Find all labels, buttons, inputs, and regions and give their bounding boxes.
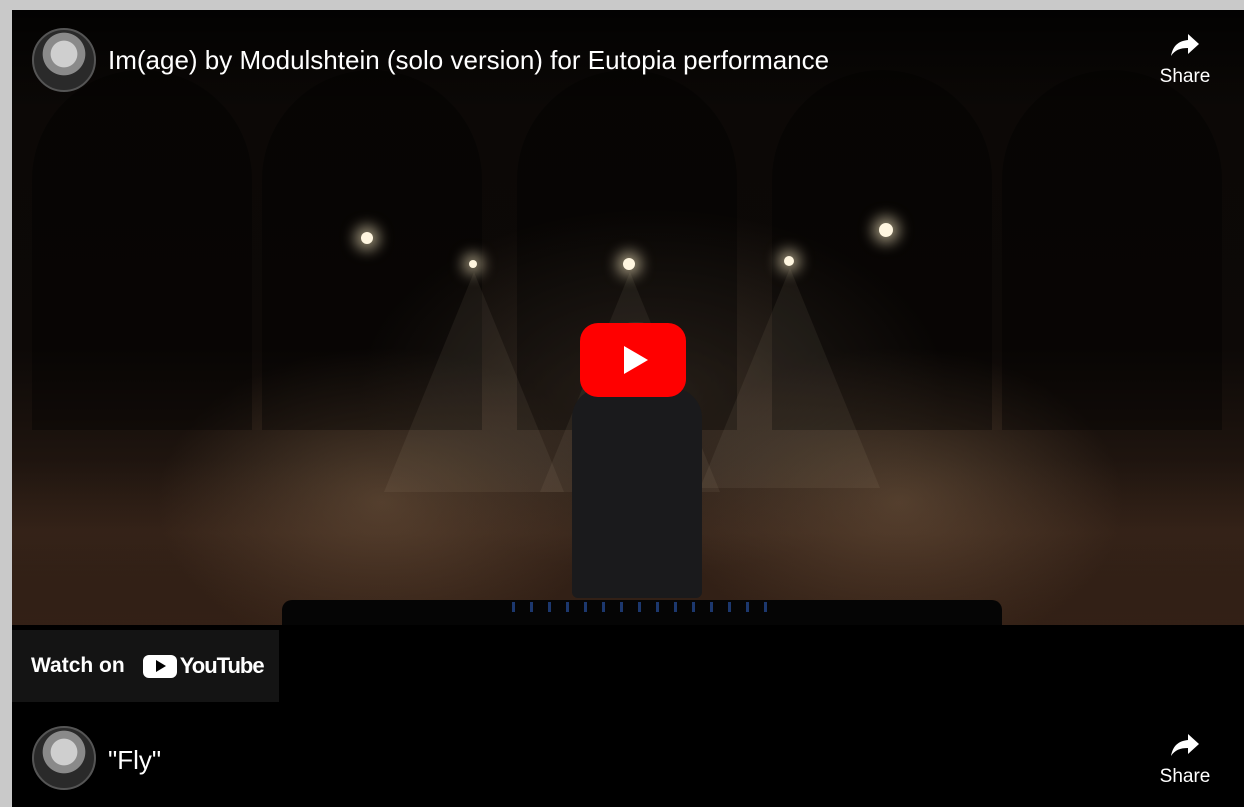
watch-on-label: Watch on: [31, 654, 125, 677]
youtube-wordmark: YouTube: [179, 653, 265, 678]
ceiling-light: [623, 258, 635, 270]
arch: [32, 70, 252, 430]
share-icon: [1171, 34, 1199, 56]
channel-avatar[interactable]: [32, 28, 96, 92]
watch-on-youtube-button[interactable]: Watch on YouTube: [12, 630, 279, 702]
desk-lights: [512, 602, 772, 612]
share-button[interactable]: Share: [1150, 732, 1220, 788]
ceiling-light: [469, 260, 477, 268]
next-video-title[interactable]: "Fly": [108, 743, 161, 777]
share-label: Share: [1159, 66, 1211, 87]
light-beam: [384, 272, 564, 492]
light-beam: [700, 268, 880, 488]
ceiling-light: [784, 256, 794, 266]
arch: [1002, 70, 1222, 430]
next-video-row[interactable]: "Fly" Share: [12, 710, 1244, 807]
share-button[interactable]: Share: [1150, 32, 1220, 88]
share-label: Share: [1159, 766, 1211, 787]
video-header: Im(age) by Modulshtein (solo version) fo…: [12, 10, 1244, 110]
share-icon: [1171, 734, 1199, 756]
performer-torso: [572, 388, 702, 598]
channel-avatar[interactable]: [32, 726, 96, 790]
play-button[interactable]: [580, 323, 686, 397]
ceiling-light: [879, 223, 893, 237]
video-title[interactable]: Im(age) by Modulshtein (solo version) fo…: [108, 43, 829, 77]
youtube-embed[interactable]: Im(age) by Modulshtein (solo version) fo…: [12, 10, 1244, 807]
youtube-logo-icon: YouTube: [142, 653, 265, 679]
ceiling-light: [361, 232, 373, 244]
play-icon: [624, 346, 648, 374]
